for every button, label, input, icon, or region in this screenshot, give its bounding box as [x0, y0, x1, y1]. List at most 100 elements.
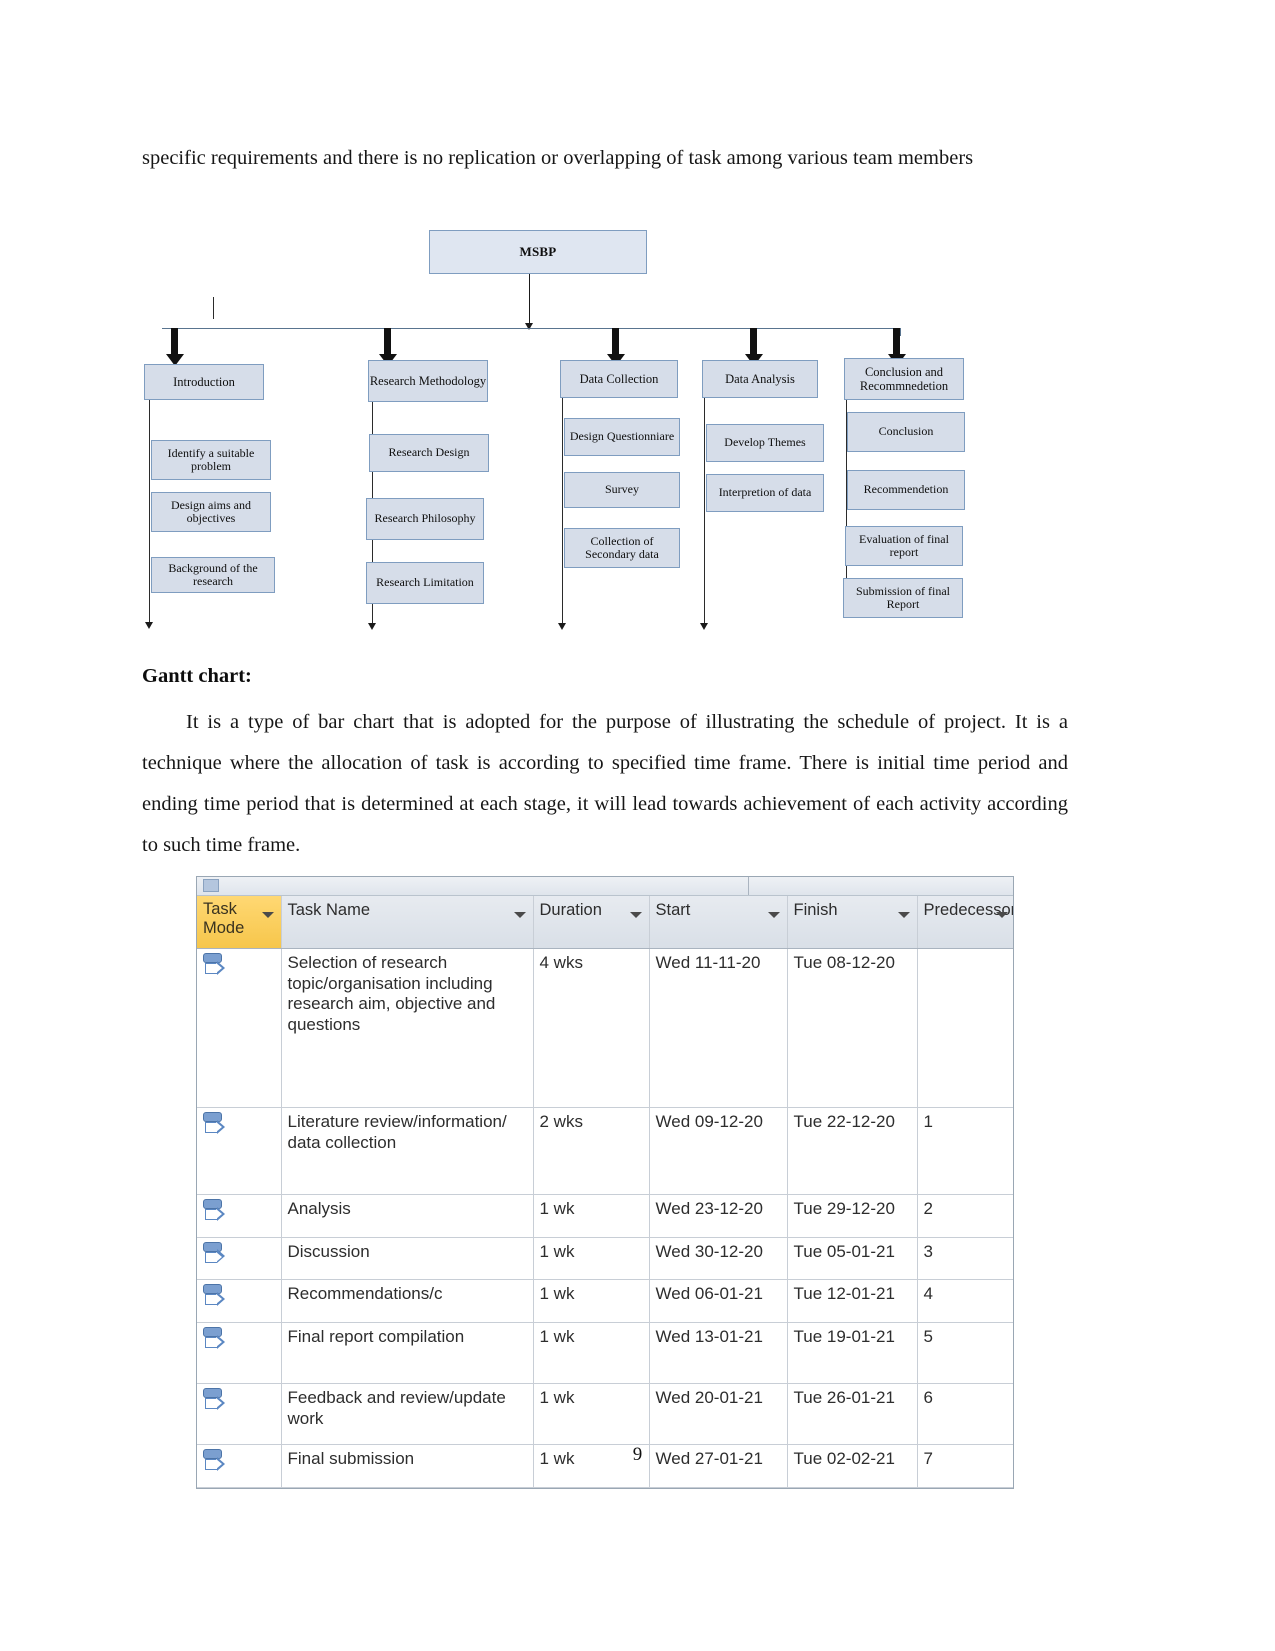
methodology-spine-head: [368, 623, 376, 630]
diagram-node-conclusion-recommendation: Conclusion and Recommnedetion: [844, 358, 964, 400]
table-row[interactable]: Selection of research topic/organisation…: [197, 948, 1013, 1108]
diagram-stray-tick: [213, 297, 214, 319]
table-row[interactable]: Literature review/information/ data coll…: [197, 1107, 1013, 1195]
diagram-node-research-philosophy: Research Philosophy: [366, 498, 484, 540]
task-mode-cell[interactable]: [197, 1107, 282, 1195]
column-header-start[interactable]: Start: [649, 896, 788, 949]
task-mode-cell[interactable]: [197, 1279, 282, 1324]
task-mode-cell[interactable]: [197, 1383, 282, 1446]
gantt-header-row: Task Mode Task Name Duration Start Finis…: [197, 896, 1013, 949]
duration-cell[interactable]: 1 wk: [533, 1383, 650, 1446]
table-row[interactable]: Feedback and review/update work 1 wk Wed…: [197, 1383, 1013, 1446]
gantt-corner-icon: [203, 879, 219, 892]
predecessors-cell[interactable]: 5: [917, 1322, 1013, 1385]
predecessors-cell[interactable]: 6: [917, 1383, 1013, 1446]
task-mode-cell[interactable]: [197, 1322, 282, 1385]
task-name-cell[interactable]: Recommendations/c: [281, 1279, 534, 1324]
predecessors-cell[interactable]: [917, 948, 1013, 1108]
start-cell[interactable]: Wed 23-12-20: [649, 1194, 788, 1238]
column-header-task-name-label: Task Name: [287, 901, 371, 919]
finish-cell[interactable]: Tue 19-01-21: [787, 1322, 918, 1385]
duration-cell[interactable]: 2 wks: [533, 1107, 650, 1195]
analysis-spine: [704, 398, 705, 628]
task-mode-cell[interactable]: [197, 1237, 282, 1281]
table-row[interactable]: Discussion 1 wk Wed 30-12-20 Tue 05-01-2…: [197, 1237, 1013, 1281]
finish-cell[interactable]: Tue 22-12-20: [787, 1107, 918, 1195]
branch-arrow-stem-5: [893, 328, 900, 356]
finish-cell[interactable]: Tue 08-12-20: [787, 948, 918, 1108]
task-name-cell[interactable]: Discussion: [281, 1237, 534, 1281]
task-name-cell[interactable]: Final report compilation: [281, 1322, 534, 1385]
finish-cell[interactable]: Tue 12-01-21: [787, 1279, 918, 1324]
branch-arrow-stem-2: [384, 328, 391, 356]
start-cell[interactable]: Wed 06-01-21: [649, 1279, 788, 1324]
chevron-down-icon[interactable]: [261, 912, 274, 918]
diagram-node-design-questionnaire: Design Questionniare: [564, 418, 680, 456]
predecessors-cell[interactable]: 4: [917, 1279, 1013, 1324]
document-page: specific requirements and there is no re…: [0, 0, 1275, 1651]
task-name-cell[interactable]: Selection of research topic/organisation…: [281, 948, 534, 1108]
chevron-down-icon[interactable]: [897, 912, 910, 918]
start-cell[interactable]: Wed 11-11-20: [649, 948, 788, 1108]
diagram-node-recommendetion: Recommendetion: [847, 470, 965, 510]
column-header-task-name[interactable]: Task Name: [281, 896, 534, 949]
chevron-down-icon[interactable]: [629, 912, 642, 918]
column-header-duration[interactable]: Duration: [533, 896, 650, 949]
column-header-finish-label: Finish: [793, 901, 838, 919]
column-header-finish[interactable]: Finish: [787, 896, 918, 949]
start-cell[interactable]: Wed 09-12-20: [649, 1107, 788, 1195]
start-cell[interactable]: Wed 30-12-20: [649, 1237, 788, 1281]
diagram-node-develop-themes: Develop Themes: [706, 424, 824, 462]
chevron-down-icon[interactable]: [513, 912, 526, 918]
column-header-task-mode-label: Task Mode: [203, 900, 245, 938]
root-connector-stem: [529, 274, 530, 326]
analysis-spine-head: [700, 623, 708, 630]
table-row[interactable]: Final report compilation 1 wk Wed 13-01-…: [197, 1322, 1013, 1385]
task-name-cell[interactable]: Feedback and review/update work: [281, 1383, 534, 1446]
finish-cell[interactable]: Tue 05-01-21: [787, 1237, 918, 1281]
task-name-cell[interactable]: Analysis: [281, 1194, 534, 1238]
table-row[interactable]: Analysis 1 wk Wed 23-12-20 Tue 29-12-20 …: [197, 1194, 1013, 1238]
finish-cell[interactable]: Tue 26-01-21: [787, 1383, 918, 1446]
table-row[interactable]: Recommendations/c 1 wk Wed 06-01-21 Tue …: [197, 1279, 1013, 1324]
introduction-spine-head: [145, 622, 153, 629]
diagram-node-secondary-data: Collection of Secondary data: [564, 528, 680, 568]
task-mode-cell[interactable]: [197, 948, 282, 1108]
auto-scheduled-icon: [203, 1284, 225, 1310]
predecessors-cell[interactable]: 1: [917, 1107, 1013, 1195]
auto-scheduled-icon: [203, 953, 225, 979]
diagram-bus-end: [900, 328, 901, 336]
gantt-body: Selection of research topic/organisation…: [197, 948, 1013, 1488]
duration-cell[interactable]: 1 wk: [533, 1322, 650, 1385]
gantt-toolbar-strip: [197, 877, 1013, 896]
start-cell[interactable]: Wed 13-01-21: [649, 1322, 788, 1385]
paragraph-top: specific requirements and there is no re…: [142, 147, 974, 169]
chevron-down-icon[interactable]: [767, 912, 780, 918]
column-header-predecessors[interactable]: Predecessors: [917, 896, 1013, 949]
duration-cell[interactable]: 1 wk: [533, 1279, 650, 1324]
ms-project-gantt-table[interactable]: Task Mode Task Name Duration Start Finis…: [196, 876, 1014, 1489]
column-header-task-mode[interactable]: Task Mode: [197, 896, 282, 949]
diagram-node-data-collection: Data Collection: [560, 360, 678, 398]
diagram-node-identify-problem: Identify a suitable problem: [151, 440, 271, 480]
duration-cell[interactable]: 1 wk: [533, 1194, 650, 1238]
chevron-down-icon[interactable]: [995, 912, 1008, 918]
diagram-node-research-limitation: Research Limitation: [366, 562, 484, 604]
column-header-duration-label: Duration: [539, 901, 602, 919]
gantt-pane-splitter[interactable]: [748, 877, 749, 895]
start-cell[interactable]: Wed 20-01-21: [649, 1383, 788, 1446]
task-name-cell[interactable]: Literature review/information/ data coll…: [281, 1107, 534, 1195]
gantt-grid: Task Mode Task Name Duration Start Finis…: [197, 896, 1013, 1488]
auto-scheduled-icon: [203, 1199, 225, 1225]
predecessors-cell[interactable]: 2: [917, 1194, 1013, 1238]
duration-cell[interactable]: 1 wk: [533, 1237, 650, 1281]
finish-cell[interactable]: Tue 29-12-20: [787, 1194, 918, 1238]
introduction-spine: [149, 400, 150, 627]
predecessors-cell[interactable]: 3: [917, 1237, 1013, 1281]
page-number: 9: [632, 1444, 643, 1465]
diagram-node-conclusion: Conclusion: [847, 412, 965, 452]
duration-cell[interactable]: 4 wks: [533, 948, 650, 1108]
diagram-node-design-aims: Design aims and objectives: [151, 492, 271, 532]
diagram-node-survey: Survey: [564, 472, 680, 508]
task-mode-cell[interactable]: [197, 1194, 282, 1238]
